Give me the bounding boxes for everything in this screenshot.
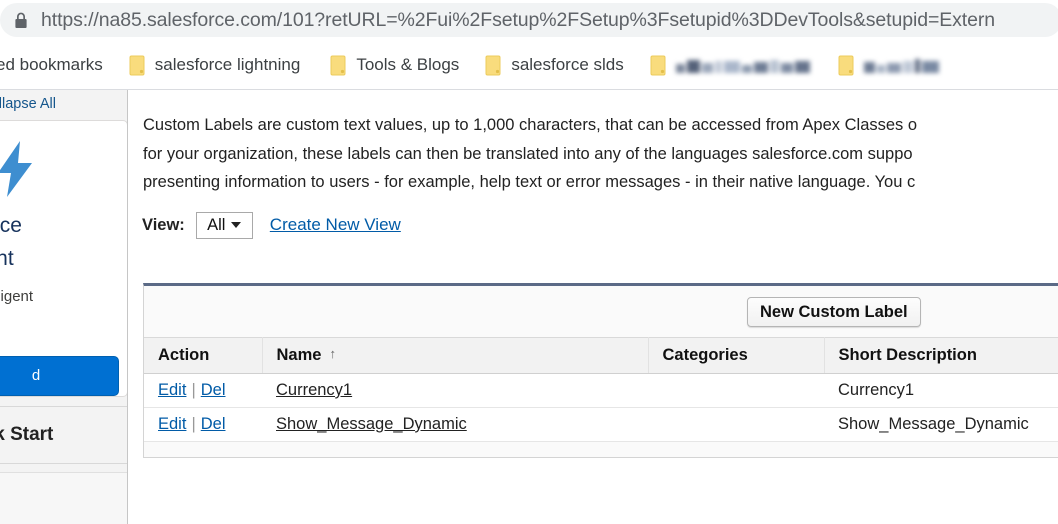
column-header-action[interactable]: Action <box>144 337 263 374</box>
column-header-short-description[interactable]: Short Description <box>824 337 1058 374</box>
custom-labels-table: Action Name ↑ Categories Short Descriptio… <box>144 337 1058 442</box>
custom-labels-description: Custom Labels are custom text values, up… <box>143 111 1058 197</box>
page-body: ll|Collapse All erience sistant n, intel… <box>0 90 1058 524</box>
bookmark-item-4[interactable] <box>650 50 810 80</box>
bookmark-label: salesforce lightning <box>154 55 301 74</box>
bookmark-item-0[interactable]: ed bookmarks <box>0 50 103 80</box>
chevron-down-icon <box>231 222 242 228</box>
column-header-categories[interactable]: Categories <box>648 337 825 374</box>
intro-line-3: presenting information to users - for ex… <box>143 173 916 191</box>
view-label: View: <box>142 215 185 234</box>
table-header-row: Action Name ↑ Categories Short Descriptio… <box>144 337 1058 374</box>
lock-icon <box>15 12 27 28</box>
view-select-value: All <box>207 215 226 234</box>
sort-ascending-icon: ↑ <box>329 346 336 361</box>
folder-icon <box>650 55 666 75</box>
row-short-description: Show_Message_Dynamic <box>824 407 1058 442</box>
card-title: erience sistant <box>0 209 127 275</box>
view-filter-row: View: All Create New View <box>142 210 401 240</box>
card-title-line1: erience <box>0 214 22 237</box>
bookmarks-bar: ed bookmarks salesforce lightning Tools … <box>0 41 1058 89</box>
delete-link[interactable]: Del <box>201 415 226 433</box>
bookmark-item-1[interactable]: salesforce lightning <box>129 50 301 80</box>
custom-labels-list-panel: New Custom Label Action Name ↑ Categories… <box>143 283 1058 458</box>
edit-link[interactable]: Edit <box>158 415 186 433</box>
get-started-button[interactable]: d <box>0 356 119 396</box>
view-select[interactable]: All <box>195 211 253 239</box>
main-content: Custom Labels are custom text values, up… <box>129 90 1058 524</box>
table-row: Edit | Del Currency1 Currency1 <box>144 373 1058 408</box>
sidebar-collapse-controls[interactable]: ll|Collapse All <box>0 91 127 118</box>
address-bar[interactable]: https://na85.salesforce.com/101?retURL=%… <box>0 3 1058 37</box>
row-name: Show_Message_Dynamic <box>262 407 648 442</box>
browser-chrome: https://na85.salesforce.com/101?retURL=%… <box>0 0 1058 90</box>
bookmark-item-2[interactable]: Tools & Blogs <box>330 50 459 80</box>
lightning-bolt-icon <box>0 141 32 197</box>
custom-label-name-link[interactable]: Currency1 <box>276 381 352 399</box>
row-categories <box>648 373 824 408</box>
create-new-view-link[interactable]: Create New View <box>270 215 401 235</box>
collapse-all-link[interactable]: Collapse All <box>0 96 56 112</box>
action-separator: | <box>191 415 196 433</box>
intro-line-1: Custom Labels are custom text values, up… <box>143 116 918 134</box>
bookmark-label: Tools & Blogs <box>356 55 460 74</box>
omnibox-row: https://na85.salesforce.com/101?retURL=%… <box>0 0 1058 41</box>
card-desc-line1: n, intelligent <box>0 288 34 305</box>
folder-icon <box>838 55 854 75</box>
new-custom-label-button[interactable]: New Custom Label <box>747 297 921 327</box>
row-actions: Edit | Del <box>144 407 262 442</box>
row-short-description: Currency1 <box>824 373 1058 408</box>
sidebar: ll|Collapse All erience sistant n, intel… <box>0 90 128 524</box>
bookmark-label: ed bookmarks <box>0 55 103 74</box>
card-desc-line2: e. <box>0 311 127 339</box>
bookmark-label-redacted <box>863 58 939 73</box>
bookmark-label: salesforce slds <box>511 55 624 74</box>
row-actions: Edit | Del <box>144 373 262 408</box>
folder-icon <box>485 55 501 75</box>
column-header-name[interactable]: Name ↑ <box>262 337 649 374</box>
delete-link[interactable]: Del <box>201 381 226 399</box>
row-categories <box>648 407 824 442</box>
row-name: Currency1 <box>262 373 648 408</box>
quick-start-section[interactable]: Quick Start <box>0 406 127 464</box>
column-header-short-description-label: Short Description <box>838 346 977 364</box>
lightning-experience-assistant-card: erience sistant n, intelligent e. d <box>0 120 127 397</box>
column-header-action-label: Action <box>158 346 210 364</box>
card-description: n, intelligent e. <box>0 283 127 339</box>
custom-label-name-link[interactable]: Show_Message_Dynamic <box>276 415 467 433</box>
edit-link[interactable]: Edit <box>158 381 186 399</box>
bookmark-item-5[interactable] <box>838 50 939 80</box>
quick-start-title: Quick Start <box>0 424 54 445</box>
folder-icon <box>129 55 145 75</box>
column-header-name-label: Name <box>276 346 322 364</box>
url-text: https://na85.salesforce.com/101?retURL=%… <box>41 8 996 31</box>
sidebar-section-placeholder <box>0 472 127 524</box>
column-header-categories-label: Categories <box>662 346 748 364</box>
folder-icon <box>330 55 346 75</box>
table-row: Edit | Del Show_Message_Dynamic Show_Messa… <box>144 407 1058 442</box>
action-separator: | <box>191 381 196 399</box>
bookmark-item-3[interactable]: salesforce slds <box>485 50 624 80</box>
card-title-line2: sistant <box>0 247 14 270</box>
intro-line-2: for your organization, these labels can … <box>143 144 913 163</box>
bookmark-label-redacted <box>675 58 810 73</box>
